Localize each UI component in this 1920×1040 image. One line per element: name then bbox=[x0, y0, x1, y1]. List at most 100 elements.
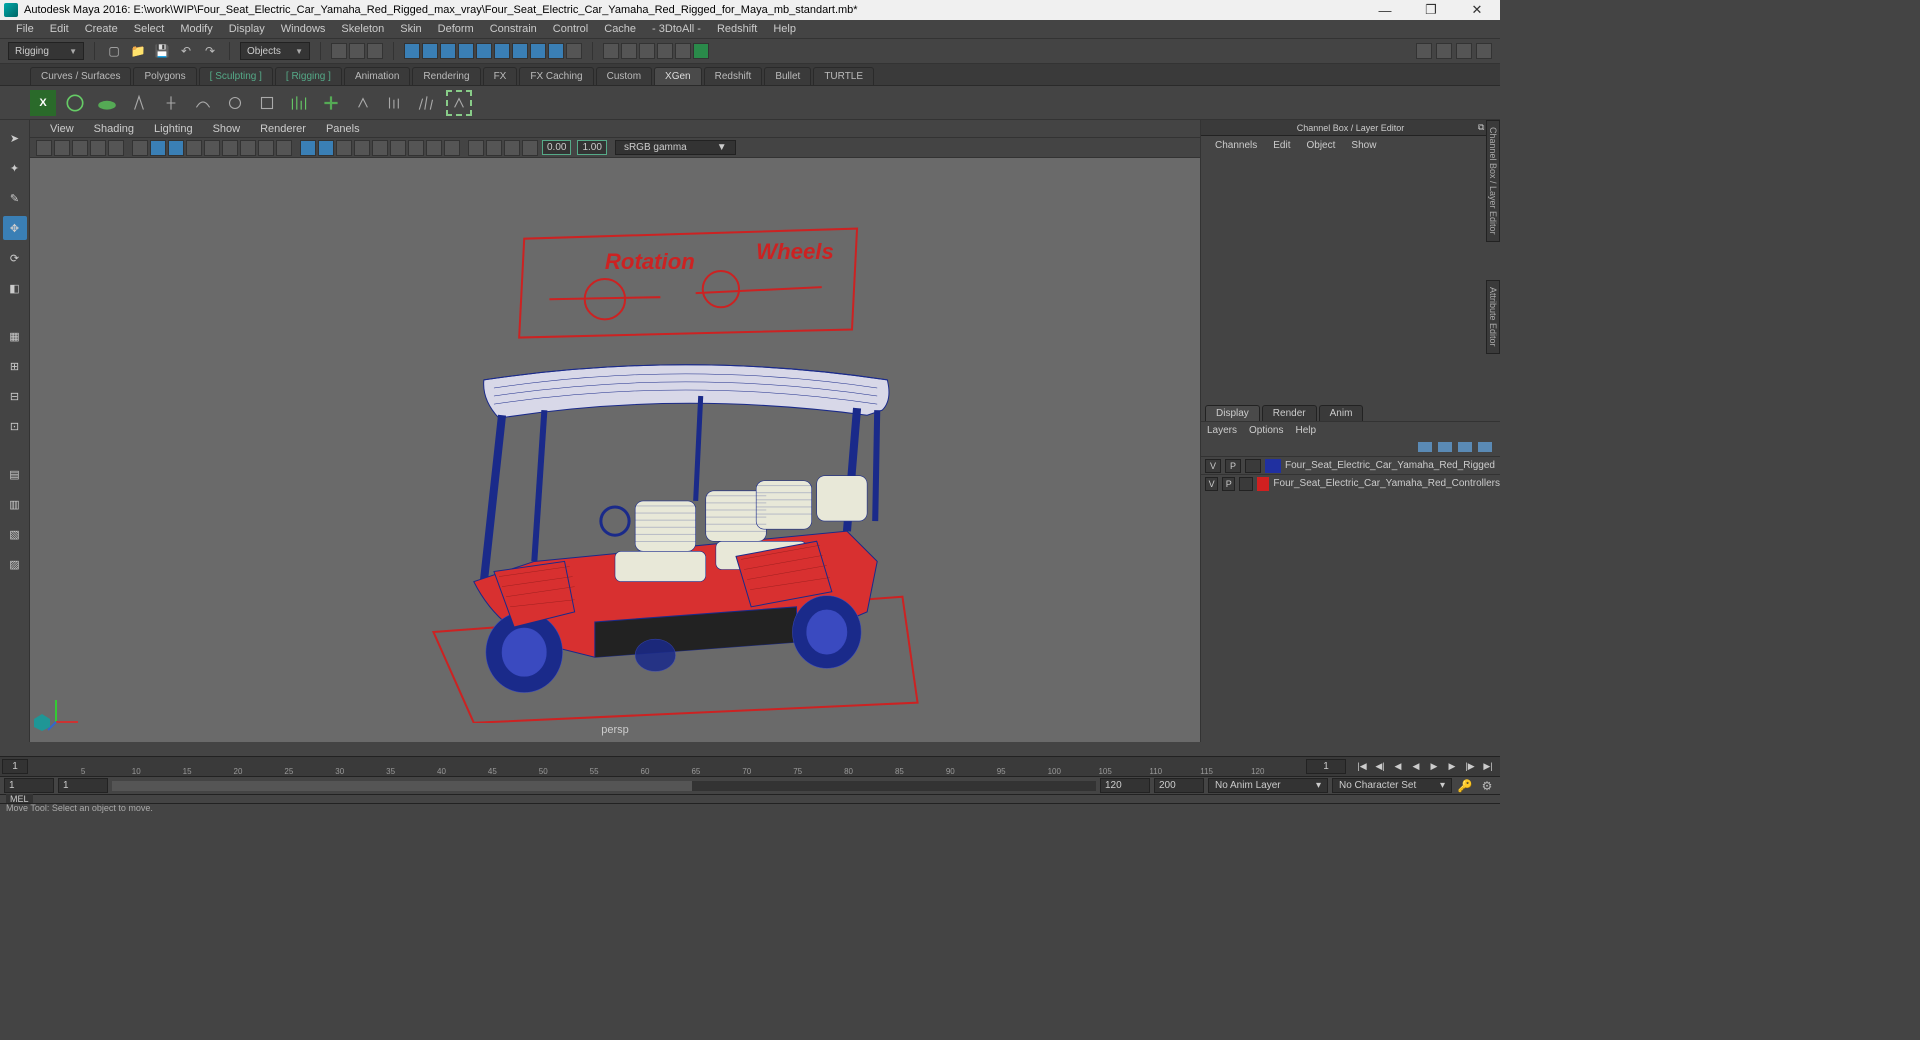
select-tool-icon[interactable]: ➤ bbox=[3, 126, 27, 150]
snap-btn[interactable] bbox=[530, 43, 546, 59]
menu-constrain[interactable]: Constrain bbox=[482, 21, 545, 37]
undo-icon[interactable]: ↶ bbox=[177, 42, 195, 60]
step-fwd-icon[interactable]: ▶ bbox=[1444, 760, 1460, 774]
shelf-icon[interactable] bbox=[190, 90, 216, 116]
shelf-icon[interactable] bbox=[94, 90, 120, 116]
layer-extra-toggle[interactable] bbox=[1245, 459, 1261, 473]
menu-edit[interactable]: Edit bbox=[42, 21, 77, 37]
cb-menu-channels[interactable]: Channels bbox=[1207, 138, 1265, 153]
vp-tool-btn[interactable] bbox=[390, 140, 406, 156]
shelf-icon[interactable] bbox=[318, 90, 344, 116]
window-maximize-button[interactable]: ❐ bbox=[1408, 0, 1454, 20]
select-mask-btn[interactable] bbox=[331, 43, 347, 59]
select-mask-btn[interactable] bbox=[367, 43, 383, 59]
layer-tab-display[interactable]: Display bbox=[1205, 405, 1260, 421]
move-tool-icon[interactable]: ✥ bbox=[3, 216, 27, 240]
snap-btn[interactable] bbox=[566, 43, 582, 59]
layer-row[interactable]: V P Four_Seat_Electric_Car_Yamaha_Red_Co… bbox=[1201, 474, 1500, 492]
attribute-editor-side-tab[interactable]: Attribute Editor bbox=[1486, 280, 1500, 354]
shelf-icon[interactable] bbox=[126, 90, 152, 116]
char-set-dropdown[interactable]: No Character Set▾ bbox=[1332, 778, 1452, 793]
current-frame-field[interactable]: 1 bbox=[2, 759, 28, 774]
cb-menu-edit[interactable]: Edit bbox=[1265, 138, 1298, 153]
vp-tool-btn[interactable] bbox=[468, 140, 484, 156]
vp-tool-btn[interactable] bbox=[336, 140, 352, 156]
layer-type-toggle[interactable]: P bbox=[1225, 459, 1241, 473]
layout-tool-icon[interactable]: ▤ bbox=[3, 462, 27, 486]
menu-windows[interactable]: Windows bbox=[273, 21, 334, 37]
layer-row[interactable]: V P Four_Seat_Electric_Car_Yamaha_Red_Ri… bbox=[1201, 456, 1500, 474]
shelf-tab[interactable]: FX Caching bbox=[519, 67, 593, 85]
vp-tool-btn[interactable] bbox=[240, 140, 256, 156]
rotate-tool-icon[interactable]: ⟳ bbox=[3, 246, 27, 270]
gamma-field[interactable]: 1.00 bbox=[577, 140, 606, 155]
shelf-icon[interactable] bbox=[254, 90, 280, 116]
step-back-key-icon[interactable]: ◀| bbox=[1372, 760, 1388, 774]
vp-tool-btn[interactable] bbox=[444, 140, 460, 156]
scale-tool-icon[interactable]: ◧ bbox=[3, 276, 27, 300]
select-mask-btn[interactable] bbox=[349, 43, 365, 59]
layout-tool-icon[interactable]: ▧ bbox=[3, 522, 27, 546]
sidebar-toggle-icon[interactable] bbox=[1436, 43, 1452, 59]
snap-btn[interactable] bbox=[476, 43, 492, 59]
layer-menu-options[interactable]: Options bbox=[1249, 425, 1283, 436]
vp-tool-btn[interactable] bbox=[276, 140, 292, 156]
layout-tool-icon[interactable]: ▥ bbox=[3, 492, 27, 516]
go-end-icon[interactable]: ▶| bbox=[1480, 760, 1496, 774]
layout-tool-icon[interactable]: ⊞ bbox=[3, 354, 27, 378]
shelf-icon[interactable] bbox=[350, 90, 376, 116]
shelf-tab[interactable]: TURTLE bbox=[813, 67, 874, 85]
shelf-icon[interactable] bbox=[446, 90, 472, 116]
layer-action-icon[interactable] bbox=[1438, 442, 1452, 452]
menu-skin[interactable]: Skin bbox=[392, 21, 429, 37]
shelf-tab[interactable]: Polygons bbox=[133, 67, 196, 85]
prefs-icon[interactable]: ⚙ bbox=[1478, 777, 1496, 795]
play-fwd-icon[interactable]: ▶ bbox=[1426, 760, 1442, 774]
menu-skeleton[interactable]: Skeleton bbox=[333, 21, 392, 37]
layout-tool-icon[interactable]: ⊡ bbox=[3, 414, 27, 438]
new-scene-icon[interactable]: ▢ bbox=[105, 42, 123, 60]
menu-control[interactable]: Control bbox=[545, 21, 596, 37]
channel-box-side-tab[interactable]: Channel Box / Layer Editor bbox=[1486, 120, 1500, 242]
snap-btn[interactable] bbox=[548, 43, 564, 59]
range-inner-start-field[interactable]: 1 bbox=[58, 778, 108, 793]
vp-tool-btn[interactable] bbox=[168, 140, 184, 156]
menu-3dtoall[interactable]: - 3DtoAll - bbox=[644, 21, 709, 37]
menu-select[interactable]: Select bbox=[126, 21, 173, 37]
window-minimize-button[interactable]: — bbox=[1362, 0, 1408, 20]
shelf-tab[interactable]: Curves / Surfaces bbox=[30, 67, 131, 85]
sidebar-toggle-icon[interactable] bbox=[1456, 43, 1472, 59]
color-space-dropdown[interactable]: sRGB gamma ▼ bbox=[615, 140, 736, 155]
shelf-icon[interactable] bbox=[158, 90, 184, 116]
vp-menu-lighting[interactable]: Lighting bbox=[144, 121, 203, 137]
shelf-tab[interactable]: FX bbox=[483, 67, 518, 85]
cb-menu-object[interactable]: Object bbox=[1299, 138, 1344, 153]
layer-tab-render[interactable]: Render bbox=[1262, 405, 1317, 421]
range-inner-end-field[interactable]: 120 bbox=[1100, 778, 1150, 793]
snap-btn[interactable] bbox=[422, 43, 438, 59]
snap-btn[interactable] bbox=[458, 43, 474, 59]
viewport-canvas[interactable]: Rotation Wheels bbox=[30, 158, 1200, 742]
window-close-button[interactable]: ✕ bbox=[1454, 0, 1500, 20]
menu-cache[interactable]: Cache bbox=[596, 21, 644, 37]
layer-type-toggle[interactable]: P bbox=[1222, 477, 1235, 491]
vp-tool-btn[interactable] bbox=[258, 140, 274, 156]
layer-tab-anim[interactable]: Anim bbox=[1319, 405, 1364, 421]
maya-viewcube-icon[interactable] bbox=[32, 712, 52, 732]
range-start-field[interactable]: 1 bbox=[4, 778, 54, 793]
vp-tool-btn[interactable] bbox=[150, 140, 166, 156]
render-btn[interactable] bbox=[603, 43, 619, 59]
vp-menu-shading[interactable]: Shading bbox=[84, 121, 144, 137]
panel-undock-icon[interactable]: ⧉ bbox=[1478, 122, 1484, 133]
layer-menu-layers[interactable]: Layers bbox=[1207, 425, 1237, 436]
menu-display[interactable]: Display bbox=[221, 21, 273, 37]
vp-tool-btn[interactable] bbox=[354, 140, 370, 156]
render-btn[interactable] bbox=[675, 43, 691, 59]
vp-tool-btn[interactable] bbox=[522, 140, 538, 156]
vp-tool-btn[interactable] bbox=[186, 140, 202, 156]
render-btn[interactable] bbox=[693, 43, 709, 59]
vp-menu-show[interactable]: Show bbox=[203, 121, 251, 137]
vp-tool-btn[interactable] bbox=[204, 140, 220, 156]
sidebar-toggle-icon[interactable] bbox=[1416, 43, 1432, 59]
shelf-icon[interactable] bbox=[286, 90, 312, 116]
